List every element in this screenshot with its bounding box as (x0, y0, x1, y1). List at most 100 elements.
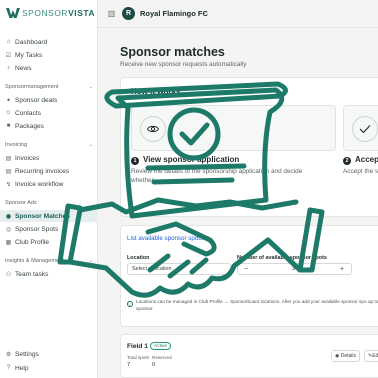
total-spots-value: 7 (127, 362, 131, 368)
sidebar-item-settings[interactable]: ⚙ Settings (0, 348, 98, 360)
spots-count-label: Number of available sponsor spots (237, 255, 327, 261)
edit-button-label: Ed (372, 353, 378, 359)
step-1-number: 1 (131, 157, 139, 165)
step-1-description: Review the details of the sponsorship ap… (131, 168, 303, 184)
spots-count-stepper[interactable]: − 3 + (237, 263, 352, 275)
list-spots-link[interactable]: List available sponsor spots (127, 235, 203, 242)
section-invoicing[interactable]: Invoicing ⌄ (5, 140, 93, 150)
sidebar-item-label: Contacts (15, 109, 42, 117)
app-root: SPONSORVISTA ⌂ Dashboard ☑ My Tasks ♪ News … (0, 0, 378, 378)
sidebar-item-label: Sponsor Matches (15, 212, 70, 220)
sidebar-item-label: My Tasks (15, 51, 43, 59)
step-1-title: View sponsor application (143, 155, 240, 164)
step-1-icon-circle (140, 116, 166, 142)
sidebar: SPONSORVISTA ⌂ Dashboard ☑ My Tasks ♪ News … (0, 0, 98, 378)
section-insights-management[interactable]: Insights & Management ⌄ (5, 256, 93, 266)
recurring-icon: ▤ (5, 168, 12, 175)
sidebar-item-label: Packages (15, 122, 44, 130)
sidebar-item-club-profile[interactable]: ▦ Club Profile (0, 236, 98, 248)
step-1-illustration (131, 105, 336, 151)
club-switcher[interactable]: Royal Flamingo FC (140, 9, 208, 18)
decrement-button[interactable]: − (244, 264, 248, 275)
section-title: Sponsormanagement (5, 84, 59, 90)
workflow-icon: ↯ (5, 181, 12, 188)
step-2-description: Accept the sp (343, 168, 378, 175)
bell-icon: ♪ (7, 65, 10, 71)
package-icon: ■ (6, 123, 11, 129)
details-button[interactable]: ◉ Details (331, 350, 360, 362)
logo-text-accent: VISTA (68, 8, 96, 18)
sidebar-item-dashboard[interactable]: ⌂ Dashboard (0, 36, 98, 48)
spots-icon: ◎ (5, 226, 12, 233)
details-button-label: Details (340, 353, 357, 359)
sidebar-item-label: Invoice workflow (15, 180, 64, 188)
location-select[interactable]: Select a location (127, 263, 231, 275)
chevron-down-icon[interactable]: ⌄ (202, 9, 207, 16)
club-avatar[interactable]: R (122, 7, 135, 20)
sidebar-item-label: Help (15, 364, 29, 372)
spots-count-value[interactable]: 3 (292, 264, 295, 275)
chevron-down-icon: ⌄ (88, 84, 93, 90)
field-name: Field 1 (127, 343, 148, 350)
chevron-down-icon: ⌄ (88, 258, 93, 264)
location-label: Location (127, 255, 150, 261)
sidebar-item-invoice-workflow[interactable]: ↯ Invoice workflow (0, 178, 98, 190)
section-sponsormanagement[interactable]: Sponsormanagement ⌄ (5, 82, 93, 92)
sidebar-item-label: News (15, 64, 32, 72)
reserved-value: 0 (152, 362, 156, 368)
sidebar-item-label: Invoices (15, 154, 40, 162)
increment-button[interactable]: + (340, 264, 344, 275)
reserved-label: Reserved (152, 355, 172, 360)
how-it-works-title: How it works (131, 87, 181, 96)
sidebar-item-label: Sponsor deals (15, 96, 58, 104)
sidebar-item-news[interactable]: ♪ News (0, 62, 98, 74)
sidebar-item-label: Club Profile (15, 238, 50, 246)
gear-icon: ⚙ (5, 351, 12, 358)
step-2-illustration (343, 105, 378, 151)
step-2-number: 2 (343, 157, 351, 165)
deal-icon: ✦ (5, 97, 12, 104)
sidebar-item-invoices[interactable]: ▤ Invoices (0, 152, 98, 164)
sidebar-item-sponsor-deals[interactable]: ✦ Sponsor deals (0, 94, 98, 106)
sidebar-item-label: Dashboard (15, 38, 48, 46)
sidebar-item-sponsor-spots[interactable]: ◎ Sponsor Spots (0, 223, 98, 235)
page-title: Sponsor matches (120, 45, 225, 59)
tasks-icon: ☑ (5, 52, 12, 59)
team-icon: ⚇ (5, 271, 12, 278)
chevron-down-icon: ⌄ (88, 142, 93, 148)
edit-button[interactable]: ✎Ed (364, 350, 378, 362)
page-subtitle: Receive new sponsor requests automatical… (120, 61, 247, 68)
total-spots-label: Total spots (127, 355, 149, 360)
sponsor-spots-card: List available sponsor spots Location Nu… (120, 225, 378, 327)
profile-icon: ▦ (5, 239, 12, 246)
invoice-icon: ▤ (5, 155, 12, 162)
contacts-icon: ☺ (5, 110, 12, 116)
logo-text-main: SPONSOR (22, 8, 69, 18)
sidebar-item-recurring-invoices[interactable]: ▤ Recurring invoices (0, 165, 98, 177)
step-2-title: Accep (355, 155, 378, 164)
home-icon: ⌂ (6, 39, 11, 45)
sidebar-item-team-tasks[interactable]: ⚇ Team tasks (0, 268, 98, 280)
eye-icon (147, 125, 159, 133)
sidebar-toggle-icon[interactable]: ▥ (106, 8, 117, 19)
sidebar-item-sponsor-matches[interactable]: ◉ Sponsor Matches (0, 210, 98, 222)
check-icon (359, 125, 371, 134)
sidebar-item-contacts[interactable]: ☺ Contacts (0, 107, 98, 119)
sidebar-item-packages[interactable]: ■ Packages (0, 120, 98, 132)
how-it-works-card: How it works 1 View sponsor application … (120, 77, 378, 217)
main-content: Sponsor matches Receive new sponsor requ… (98, 28, 378, 378)
status-badge: Active (150, 342, 172, 350)
section-title: Invoicing (5, 142, 28, 148)
field-card: Field 1 Active Total spots Reserved 7 0 … (120, 334, 378, 378)
section-sponsor-ads: Sponsor Ads (5, 198, 93, 208)
step-2-icon-circle (352, 116, 378, 142)
topbar: ▥ R Royal Flamingo FC ⌄ (98, 0, 378, 28)
logo-mark-icon (6, 8, 20, 18)
section-title: Sponsor Ads (5, 200, 37, 206)
locations-info-text: Locations can be managed in Club Profile… (136, 299, 378, 311)
matches-icon: ◉ (5, 213, 12, 220)
sidebar-item-help[interactable]: ? Help (0, 362, 98, 374)
step-1: 1 View sponsor application Review the de… (121, 105, 336, 195)
brand-logo[interactable]: SPONSORVISTA (6, 6, 95, 20)
sidebar-item-my-tasks[interactable]: ☑ My Tasks (0, 49, 98, 61)
